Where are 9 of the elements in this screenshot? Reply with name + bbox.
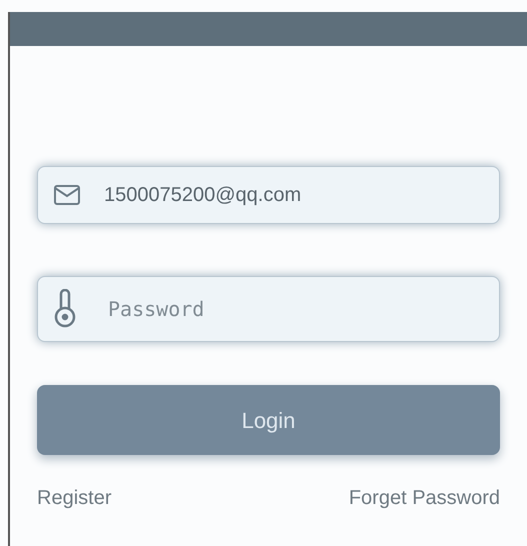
link[interactable]: Forget Password — [348, 483, 500, 513]
login-button[interactable]: Login — [37, 385, 500, 455]
password-placeholder: Password — [108, 296, 204, 323]
email-field[interactable]: 1500075200@qq.com — [37, 166, 500, 224]
key-icon — [54, 289, 76, 329]
envelope-icon — [54, 185, 80, 205]
password-field[interactable]: Password — [37, 276, 500, 342]
email-value: 1500075200@qq.com — [104, 183, 302, 208]
link[interactable]: Register — [37, 483, 112, 513]
